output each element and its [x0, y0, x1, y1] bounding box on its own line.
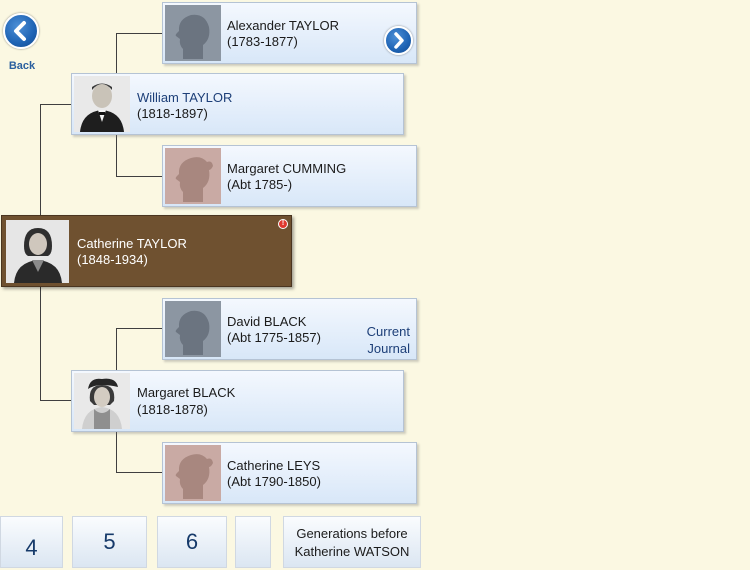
- generations-label: Generations before Katherine WATSON: [283, 516, 421, 568]
- generation-button-blank[interactable]: [235, 516, 271, 568]
- person-dates: (1848-1934): [77, 252, 148, 267]
- female-silhouette-icon: [165, 148, 221, 204]
- back-label: Back: [8, 60, 36, 72]
- female-silhouette-icon: [165, 445, 221, 501]
- connector-line: [40, 400, 71, 401]
- connector-line: [116, 176, 163, 177]
- person-name: Catherine LEYS: [227, 458, 321, 473]
- person-card-alexander-taylor[interactable]: Alexander TAYLOR (1783-1877): [162, 2, 417, 64]
- person-name: Catherine TAYLOR: [77, 236, 187, 251]
- male-silhouette-icon: [165, 301, 221, 357]
- generation-button-5[interactable]: 5: [72, 516, 147, 568]
- portrait-photo: [74, 76, 130, 132]
- connector-line: [116, 33, 117, 73]
- male-silhouette-icon: [165, 5, 221, 61]
- person-card-david-black[interactable]: David BLACK (Abt 1775-1857) Current Jour…: [162, 298, 417, 360]
- generations-label-line: Generations before: [296, 526, 408, 541]
- person-name: Margaret BLACK: [137, 385, 236, 400]
- person-name: David BLACK: [227, 314, 307, 329]
- back-button[interactable]: Back: [0, 10, 44, 72]
- alert-dot-icon[interactable]: !: [278, 219, 288, 229]
- current-journal-link[interactable]: Current Journal: [367, 323, 410, 357]
- person-card-margaret-black[interactable]: Margaret BLACK (1818-1878): [71, 370, 404, 432]
- person-card-margaret-cumming[interactable]: Margaret CUMMING (Abt 1785-): [162, 145, 417, 207]
- connector-line: [116, 472, 163, 473]
- person-dates: (1818-1897): [137, 106, 208, 121]
- connector-line: [116, 328, 163, 329]
- connector-line: [40, 104, 41, 216]
- generation-button-4[interactable]: 4: [0, 516, 63, 568]
- connector-line: [116, 430, 117, 472]
- portrait-photo: [74, 373, 130, 429]
- chevron-right-icon[interactable]: [384, 26, 413, 55]
- person-dates: (1818-1878): [137, 402, 208, 417]
- person-card-william-taylor[interactable]: William TAYLOR (1818-1897): [71, 73, 404, 135]
- person-dates: (Abt 1775-1857): [227, 330, 321, 345]
- person-dates: (Abt 1785-): [227, 177, 293, 192]
- person-dates: (Abt 1790-1850): [227, 474, 321, 489]
- person-dates: (1783-1877): [227, 34, 298, 49]
- back-arrow-icon: [3, 13, 39, 49]
- connector-line: [40, 287, 41, 400]
- person-name: William TAYLOR: [137, 90, 233, 105]
- portrait-photo: [6, 220, 69, 283]
- connector-line: [116, 328, 117, 371]
- generations-label-line: Katherine WATSON: [294, 544, 410, 559]
- focus-person-card-catherine-taylor[interactable]: Catherine TAYLOR (1848-1934) !: [1, 215, 292, 287]
- person-name: Alexander TAYLOR: [227, 18, 339, 33]
- connector-line: [116, 33, 163, 34]
- journal-line: Journal: [367, 341, 410, 356]
- connector-line: [40, 104, 71, 105]
- person-name: Margaret CUMMING: [227, 161, 347, 176]
- person-card-catherine-leys[interactable]: Catherine LEYS (Abt 1790-1850): [162, 442, 417, 504]
- generation-button-6[interactable]: 6: [157, 516, 227, 568]
- connector-line: [116, 134, 117, 176]
- journal-line: Current: [366, 324, 410, 339]
